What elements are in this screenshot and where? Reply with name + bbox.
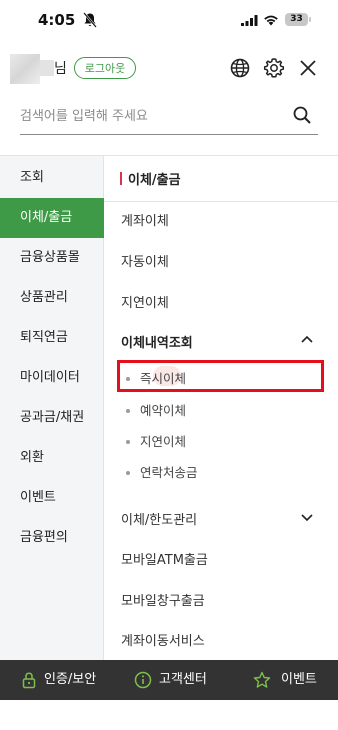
sub-item-label: 지연이체 bbox=[140, 434, 187, 449]
nav-item-mydata[interactable]: 마이데이터 bbox=[0, 358, 104, 398]
menu-item-account-transfer[interactable]: 계좌이체 bbox=[121, 210, 169, 229]
search-input[interactable] bbox=[20, 103, 280, 129]
group-transfer-history[interactable]: 이체내역조회 bbox=[121, 332, 193, 351]
info-icon bbox=[134, 671, 152, 689]
wifi-icon bbox=[264, 15, 278, 26]
sub-item-delayed-transfer[interactable]: 지연이체 bbox=[126, 431, 186, 450]
menu-item-delayed-transfer[interactable]: 지연이체 bbox=[121, 292, 169, 311]
nav-item-events[interactable]: 이벤트 bbox=[0, 478, 104, 518]
bullet-dot bbox=[126, 439, 130, 444]
section-header: 이체/출금 bbox=[104, 156, 338, 202]
nav-item-financial-convenience[interactable]: 금융편의 bbox=[0, 518, 104, 558]
user-name-blurred bbox=[40, 60, 54, 76]
nav-item-transfer[interactable]: 이체/출금 bbox=[0, 198, 104, 238]
status-time: 4:05 bbox=[38, 11, 76, 29]
battery-icon: 33 bbox=[285, 13, 308, 26]
footer-auth-security[interactable]: 인증/보안 bbox=[44, 660, 96, 700]
logout-button[interactable]: 로그아웃 bbox=[74, 57, 136, 79]
nav-item-utility-bonds[interactable]: 공과금/채권 bbox=[0, 398, 104, 438]
group-transfer-limit[interactable]: 이체/한도관리 bbox=[121, 509, 197, 528]
home-indicator-area bbox=[0, 700, 338, 730]
footer-bar: 인증/보안 고객센터 이벤트 bbox=[0, 660, 338, 700]
menu-item-mobile-atm[interactable]: 모바일ATM출금 bbox=[121, 549, 208, 568]
user-avatar-blurred bbox=[10, 54, 40, 84]
nav-item-financial-mall[interactable]: 금융상품몰 bbox=[0, 238, 104, 278]
menu-item-auto-transfer[interactable]: 자동이체 bbox=[121, 251, 169, 270]
status-bar: 4:05 33 bbox=[0, 0, 338, 44]
footer-customer-center[interactable]: 고객센터 bbox=[159, 660, 207, 700]
sub-item-contact-remittance[interactable]: 연락처송금 bbox=[126, 462, 198, 481]
close-icon[interactable] bbox=[297, 57, 319, 79]
chevron-down-icon[interactable] bbox=[300, 512, 314, 522]
sub-item-label: 예약이체 bbox=[140, 403, 187, 418]
sub-item-scheduled-transfer[interactable]: 예약이체 bbox=[126, 400, 186, 419]
search-bar bbox=[20, 101, 318, 135]
star-icon bbox=[253, 671, 271, 688]
menu-item-mobile-counter[interactable]: 모바일창구출금 bbox=[121, 590, 205, 609]
nav-item-product-management[interactable]: 상품관리 bbox=[0, 278, 104, 318]
nav-item-foreign-exchange[interactable]: 외환 bbox=[0, 438, 104, 478]
battery-level: 33 bbox=[290, 14, 303, 24]
user-name-suffix: 님 bbox=[54, 61, 67, 77]
globe-icon[interactable] bbox=[229, 57, 251, 79]
search-icon[interactable] bbox=[292, 105, 312, 125]
lock-icon bbox=[22, 672, 36, 689]
section-title: 이체/출금 bbox=[128, 173, 181, 188]
nav-item-inquiry[interactable]: 조회 bbox=[0, 158, 104, 198]
chevron-up-icon[interactable] bbox=[300, 334, 314, 344]
footer-events[interactable]: 이벤트 bbox=[281, 660, 317, 700]
bullet-dot bbox=[126, 470, 130, 475]
menu-item-account-switch[interactable]: 계좌이동서비스 bbox=[121, 630, 205, 649]
highlight-box bbox=[117, 360, 324, 392]
sub-item-label: 연락처송금 bbox=[140, 465, 198, 480]
signal-icon bbox=[241, 15, 258, 26]
bullet-dot bbox=[126, 408, 130, 413]
battery-nub bbox=[309, 17, 311, 22]
nav-item-pension[interactable]: 퇴직연금 bbox=[0, 318, 104, 358]
section-accent-bar bbox=[120, 172, 122, 185]
gear-icon[interactable] bbox=[263, 57, 285, 79]
bell-off-icon bbox=[83, 12, 97, 28]
left-nav: 조회 이체/출금 금융상품몰 상품관리 퇴직연금 마이데이터 공과금/채권 외환… bbox=[0, 156, 104, 660]
